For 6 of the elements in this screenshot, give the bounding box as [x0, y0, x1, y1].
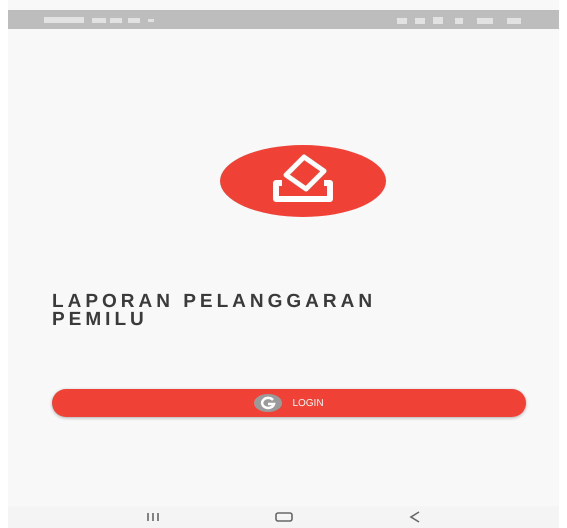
google-icon [254, 394, 282, 412]
recent-apps-icon[interactable] [146, 512, 160, 522]
login-button[interactable]: LOGIN [52, 389, 526, 417]
app-title: LAPORAN PELANGGARAN PEMILU [52, 293, 378, 329]
back-icon[interactable] [409, 511, 422, 523]
home-icon[interactable] [275, 512, 294, 522]
